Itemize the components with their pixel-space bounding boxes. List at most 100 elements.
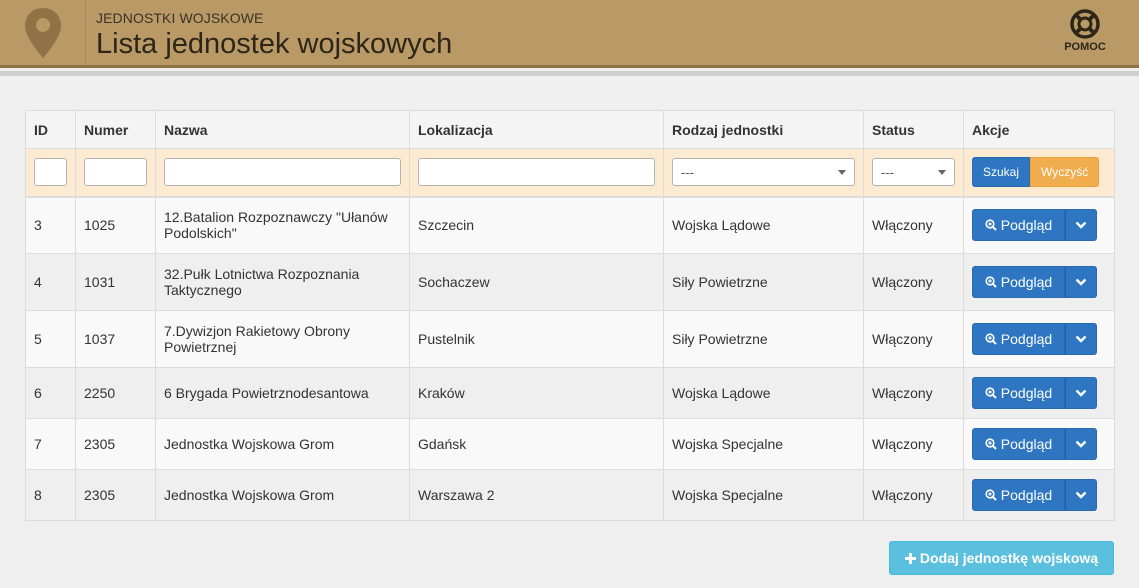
filter-row: --- --- Szukaj Wyczyść xyxy=(25,148,1115,198)
page-title: Lista jednostek wojskowych xyxy=(96,28,453,60)
zoom-in-icon xyxy=(985,219,997,231)
view-button[interactable]: Podgląd xyxy=(972,377,1065,409)
cell-numer: 1037 xyxy=(75,310,156,368)
cell-lokalizacja: Warszawa 2 xyxy=(409,469,664,521)
row-actions: Podgląd xyxy=(972,266,1097,298)
cell-rodzaj: Wojska Specjalne xyxy=(663,469,864,521)
cell-lokalizacja: Sochaczew xyxy=(409,253,664,311)
help-button[interactable]: POMOC xyxy=(1061,9,1109,53)
cell-rodzaj: Wojska Lądowe xyxy=(663,196,864,254)
column-header-numer[interactable]: Numer xyxy=(75,110,156,149)
chevron-down-icon xyxy=(1075,440,1087,448)
map-marker-icon xyxy=(24,7,61,58)
view-button[interactable]: Podgląd xyxy=(972,323,1065,355)
table-row: 3 1025 12.Batalion Rozpoznawczy "Ułanów … xyxy=(25,196,1115,254)
cell-nazwa: 7.Dywizjon Rakietowy Obrony Powietrznej xyxy=(155,310,410,368)
column-header-id[interactable]: ID xyxy=(25,110,76,149)
row-actions: Podgląd xyxy=(972,479,1097,511)
row-actions: Podgląd xyxy=(972,428,1097,460)
filter-nazwa-input[interactable] xyxy=(164,158,401,187)
cell-numer: 2305 xyxy=(75,469,156,521)
view-label: Podgląd xyxy=(1000,331,1053,347)
zoom-in-icon xyxy=(985,333,997,345)
lifebuoy-icon xyxy=(1070,9,1100,39)
table-row: 4 1031 32.Pułk Lotnictwa Rozpoznania Tak… xyxy=(25,253,1115,311)
filter-numer-input[interactable] xyxy=(84,158,147,187)
cell-nazwa: 12.Batalion Rozpoznawczy "Ułanów Podolsk… xyxy=(155,196,410,254)
view-label: Podgląd xyxy=(1000,217,1053,234)
cell-status: Włączony xyxy=(863,469,964,521)
actions-dropdown-toggle[interactable] xyxy=(1065,266,1097,298)
chevron-down-icon xyxy=(1075,491,1087,499)
cell-numer: 2250 xyxy=(75,367,156,419)
cell-id: 6 xyxy=(25,367,76,419)
page-subtitle: JEDNOSTKI WOJSKOWE xyxy=(96,10,264,26)
actions-dropdown-toggle[interactable] xyxy=(1065,209,1097,242)
column-header-nazwa[interactable]: Nazwa xyxy=(155,110,410,149)
column-header-lokalizacja[interactable]: Lokalizacja xyxy=(409,110,664,149)
plus-icon xyxy=(904,552,916,564)
view-label: Podgląd xyxy=(1000,436,1053,452)
view-label: Podgląd xyxy=(1000,487,1053,503)
cell-nazwa: 32.Pułk Lotnictwa Rozpoznania Taktyczneg… xyxy=(155,253,410,311)
zoom-in-icon xyxy=(985,489,997,501)
cell-status: Włączony xyxy=(863,367,964,419)
zoom-in-icon xyxy=(985,387,997,399)
view-button[interactable]: Podgląd xyxy=(972,479,1065,511)
app-header: JEDNOSTKI WOJSKOWE Lista jednostek wojsk… xyxy=(0,0,1139,68)
chevron-down-icon xyxy=(938,170,946,176)
filter-buttons: Szukaj Wyczyść xyxy=(972,157,1106,188)
cell-nazwa: Jednostka Wojskowa Grom xyxy=(155,469,410,521)
actions-dropdown-toggle[interactable] xyxy=(1065,377,1097,409)
filter-rodzaj-select[interactable]: --- xyxy=(672,158,855,187)
filter-id-input[interactable] xyxy=(34,158,67,187)
cell-id: 5 xyxy=(25,310,76,368)
cell-status: Włączony xyxy=(863,253,964,311)
table-header-row: ID Numer Nazwa Lokalizacja Rodzaj jednos… xyxy=(25,110,1115,149)
search-button[interactable]: Szukaj xyxy=(972,157,1031,188)
cell-rodzaj: Wojska Specjalne xyxy=(663,418,864,470)
table-row: 5 1037 7.Dywizjon Rakietowy Obrony Powie… xyxy=(25,310,1115,368)
table-row: 8 2305 Jednostka Wojskowa Grom Warszawa … xyxy=(25,469,1115,521)
cell-nazwa: 6 Brygada Powietrznodesantowa xyxy=(155,367,410,419)
zoom-in-icon xyxy=(985,438,997,450)
column-header-status[interactable]: Status xyxy=(863,110,964,149)
cell-rodzaj: Siły Powietrzne xyxy=(663,310,864,368)
units-table: ID Numer Nazwa Lokalizacja Rodzaj jednos… xyxy=(25,110,1115,521)
filter-status-value: --- xyxy=(881,165,894,181)
filter-rodzaj-value: --- xyxy=(681,165,694,181)
column-header-akcje: Akcje xyxy=(963,110,1115,149)
view-button[interactable]: Podgląd xyxy=(972,266,1065,298)
cell-status: Włączony xyxy=(863,196,964,254)
cell-id: 8 xyxy=(25,469,76,521)
zoom-in-icon xyxy=(985,276,997,288)
cell-rodzaj: Wojska Lądowe xyxy=(663,367,864,419)
cell-lokalizacja: Kraków xyxy=(409,367,664,419)
chevron-down-icon xyxy=(1075,278,1087,286)
chevron-down-icon xyxy=(1075,335,1087,343)
add-unit-button[interactable]: Dodaj jednostkę wojskową xyxy=(889,541,1114,575)
row-actions: Podgląd xyxy=(972,323,1097,355)
actions-dropdown-toggle[interactable] xyxy=(1065,323,1097,355)
cell-numer: 1025 xyxy=(75,196,156,254)
actions-dropdown-toggle[interactable] xyxy=(1065,479,1097,511)
column-header-rodzaj[interactable]: Rodzaj jednostki xyxy=(663,110,864,149)
cell-lokalizacja: Pustelnik xyxy=(409,310,664,368)
view-button[interactable]: Podgląd xyxy=(972,428,1065,460)
cell-lokalizacja: Gdańsk xyxy=(409,418,664,470)
add-unit-label: Dodaj jednostkę wojskową xyxy=(919,550,1099,566)
chevron-down-icon xyxy=(838,170,846,176)
view-label: Podgląd xyxy=(1000,274,1053,290)
cell-numer: 2305 xyxy=(75,418,156,470)
filter-lokalizacja-input[interactable] xyxy=(418,158,655,187)
actions-dropdown-toggle[interactable] xyxy=(1065,428,1097,460)
view-button[interactable]: Podgląd xyxy=(972,209,1065,242)
cell-status: Włączony xyxy=(863,418,964,470)
cell-status: Włączony xyxy=(863,310,964,368)
units-table-container: ID Numer Nazwa Lokalizacja Rodzaj jednos… xyxy=(25,110,1115,521)
clear-button[interactable]: Wyczyść xyxy=(1030,157,1100,188)
help-label: POMOC xyxy=(1064,41,1106,53)
filter-status-select[interactable]: --- xyxy=(872,158,955,187)
cell-lokalizacja: Szczecin xyxy=(409,196,664,254)
chevron-down-icon xyxy=(1075,221,1087,229)
